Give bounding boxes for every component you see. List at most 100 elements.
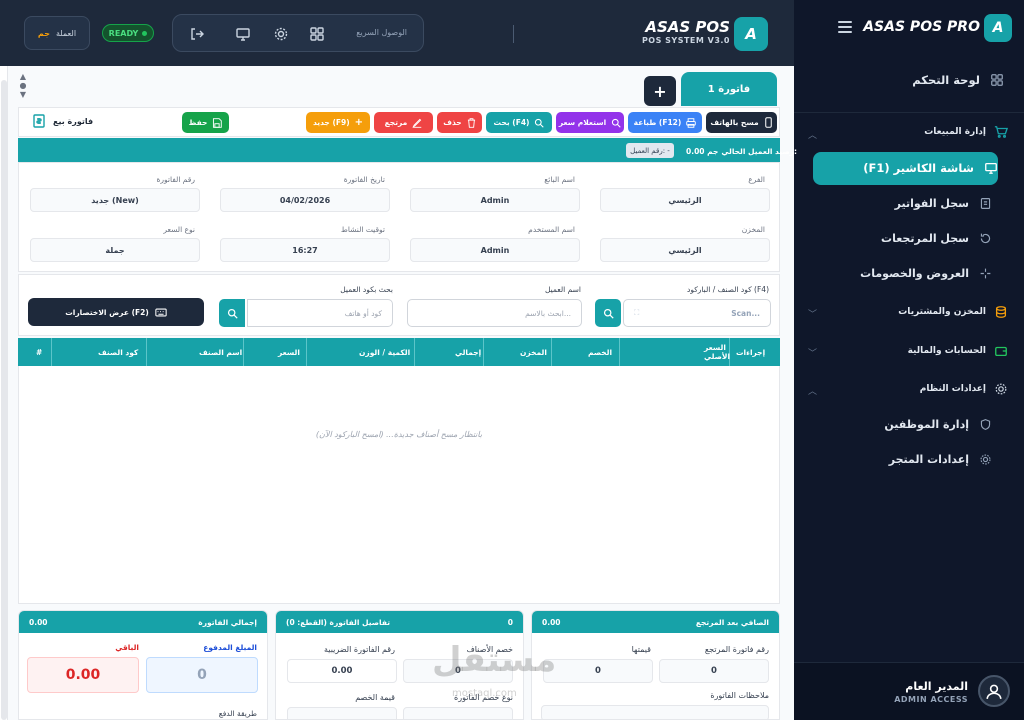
tab-invoice-1[interactable]: فاتورة 1 xyxy=(681,72,777,106)
return-invoice-label: رقم فاتورة المرتجع xyxy=(704,645,769,654)
payment-method-label: طريقة الدفع xyxy=(218,709,257,718)
sidebar-item-returns[interactable]: سجل المرتجعات xyxy=(881,232,992,245)
customer-code-search-button[interactable] xyxy=(219,299,245,327)
customer-code-label: بحث بكود العميل xyxy=(340,285,393,294)
invoice-notes-field[interactable] xyxy=(541,705,769,719)
chevron-up-icon[interactable]: ︿ xyxy=(808,384,817,397)
date-field[interactable]: 04/02/2026 xyxy=(220,188,390,212)
price-inquiry-button[interactable]: استعلام سعر xyxy=(556,112,624,133)
invoice-number-field[interactable]: جديد (New) xyxy=(30,188,200,212)
price-type-label: نوع السعر xyxy=(163,225,195,234)
save-icon xyxy=(213,117,223,128)
sidebar-section-settings[interactable]: إعدادات النظام xyxy=(920,382,1008,396)
sidebar-item-invoices[interactable]: سجل الفواتير xyxy=(895,197,992,210)
return-value-field[interactable]: 0 xyxy=(543,659,653,683)
price-type-field[interactable]: جملة xyxy=(30,238,200,262)
sidebar-item-cashier[interactable]: شاشة الكاشير (F1) xyxy=(863,161,998,175)
invoice-discount-type-field[interactable] xyxy=(403,707,513,719)
tax-invoice-field[interactable]: 0.00 xyxy=(287,659,397,683)
return-button[interactable]: مرتجع xyxy=(374,112,433,133)
sidebar-logo: A xyxy=(984,14,1012,42)
print-button[interactable]: طباعة (F12) xyxy=(628,112,702,133)
remaining-label: الباقي xyxy=(115,643,139,652)
sidebar-item-label: العروض والخصومات xyxy=(860,267,969,280)
column-header: المخزن xyxy=(483,338,551,366)
column-header: اسم الصنف xyxy=(146,338,243,366)
currency-label: العملة xyxy=(55,28,77,38)
gear-icon[interactable] xyxy=(273,26,289,42)
sidebar-item-store-settings[interactable]: إعدادات المتجر xyxy=(889,453,992,466)
chevron-up-icon[interactable]: ︿ xyxy=(808,128,817,141)
invoice-number-label: رقم الفاتورة xyxy=(156,175,195,184)
scrollbar-thumb[interactable] xyxy=(1,80,7,720)
shortcuts-button[interactable]: عرض الاختصارات (F2) xyxy=(28,298,204,326)
monitor-icon[interactable] xyxy=(235,26,251,42)
sidebar-item-employees[interactable]: إدارة الموظفين xyxy=(884,418,992,431)
warehouse-field[interactable]: الرئيسي xyxy=(600,238,770,262)
trash-icon xyxy=(467,117,475,128)
activity-time-field[interactable]: 16:27 xyxy=(220,238,390,262)
items-table-body xyxy=(18,366,780,604)
chevron-down-icon[interactable]: ﹀ xyxy=(808,346,817,359)
details-count: 0 xyxy=(507,617,513,627)
search-icon xyxy=(227,308,238,319)
scan-icon: ⛶ xyxy=(634,308,640,317)
customer-code-input[interactable]: كود أو هاتف xyxy=(247,299,393,327)
sidebar-divider xyxy=(794,112,1024,113)
barcode-input[interactable]: ⛶ Scan... xyxy=(623,299,771,327)
delete-button[interactable]: حذف xyxy=(437,112,482,133)
sidebar-section-inventory[interactable]: المخزن والمشتريات xyxy=(898,305,1008,319)
card-header: 0.00 إجمالي الفاتورة xyxy=(19,611,267,633)
column-header: إجراءات xyxy=(729,338,780,366)
return-invoice-field[interactable]: 0 xyxy=(659,659,769,683)
sidebar-item-dashboard[interactable]: لوحة التحكم xyxy=(912,73,1004,87)
button-label: عرض الاختصارات (F2) xyxy=(65,307,149,317)
header-logo: A xyxy=(734,17,768,51)
quick-access-bar: الوصول السريع xyxy=(172,14,514,52)
status-badge: READY xyxy=(102,24,154,42)
user-icon xyxy=(986,684,1002,699)
sidebar-item-label: سجل الفواتير xyxy=(894,197,969,210)
discount-value-field[interactable] xyxy=(287,707,397,719)
paid-amount-field[interactable]: 0 xyxy=(146,657,258,693)
customer-name-input[interactable]: ابحث بالاسم... xyxy=(407,299,582,327)
currency-button[interactable]: جم العملة xyxy=(24,16,90,50)
sidebar-item-offers[interactable]: العروض والخصومات xyxy=(860,267,992,280)
button-label: حذف xyxy=(443,118,462,127)
sidebar-item-label: سجل المرتجعات xyxy=(881,232,969,245)
sidebar-section-sales[interactable]: إدارة المبيعات xyxy=(924,125,1008,139)
column-header: الكمية / الوزن xyxy=(306,338,414,366)
search-icon xyxy=(612,118,621,128)
sparkle-icon xyxy=(980,268,991,279)
user-field[interactable]: Admin xyxy=(410,238,580,262)
customer-name-placeholder: ابحث بالاسم... xyxy=(525,308,571,318)
user-name: المدير العام xyxy=(905,680,968,693)
avatar[interactable] xyxy=(978,675,1010,707)
customer-name-label: اسم العميل xyxy=(544,285,581,294)
dashboard-icon xyxy=(991,74,1003,86)
printer-icon xyxy=(686,117,697,128)
wallet-icon xyxy=(995,346,1007,357)
sale-invoice-label: فاتورة بيع xyxy=(53,116,94,126)
sidebar-section-label: الحسابات والمالية xyxy=(907,346,986,356)
scroll-stepper[interactable]: ▲ ● ▼ xyxy=(17,72,29,102)
save-button[interactable]: حفظ xyxy=(182,112,229,133)
details-title: تفاصيل الفاتورة (القطع: 0) xyxy=(286,617,391,627)
search-button[interactable]: بحث (F4) xyxy=(486,112,552,133)
customer-code-placeholder: كود أو هاتف xyxy=(344,308,382,318)
grid-icon[interactable] xyxy=(309,26,325,42)
scan-phone-button[interactable]: مسح بالهاتف xyxy=(706,112,777,133)
seller-field[interactable]: Admin xyxy=(410,188,580,212)
column-header: إجمالي xyxy=(414,338,483,366)
chevron-down-icon[interactable]: ﹀ xyxy=(808,307,817,320)
branch-field[interactable]: الرئيسي xyxy=(600,188,770,212)
sale-invoice-title: فاتورة بيع xyxy=(33,114,93,128)
monitor-icon xyxy=(985,162,997,174)
add-tab-button[interactable]: + xyxy=(644,76,676,106)
sidebar-section-accounts[interactable]: الحسابات والمالية xyxy=(908,344,1008,358)
new-button[interactable]: جديد (F9) + xyxy=(306,112,370,133)
barcode-search-button[interactable] xyxy=(595,299,621,327)
logout-icon[interactable] xyxy=(189,26,205,42)
invoice-icon xyxy=(33,114,45,128)
menu-toggle-icon[interactable] xyxy=(838,21,852,33)
